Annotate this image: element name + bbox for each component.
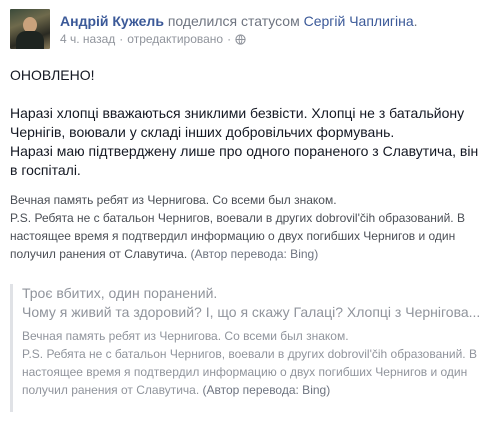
shared-translation-line-1: Вечная память ребят из Чернигова. Со все… bbox=[22, 329, 349, 343]
avatar[interactable] bbox=[10, 9, 50, 49]
globe-icon[interactable] bbox=[235, 33, 246, 45]
edited-link[interactable]: отредактировано bbox=[127, 32, 223, 46]
shared-translation-credit[interactable]: (Автор перевода: Bing) bbox=[203, 383, 331, 397]
translation-credit[interactable]: (Автор перевода: Bing) bbox=[191, 247, 319, 261]
post-paragraph-1: Наразі хлопці вважаються зниклими безвіс… bbox=[10, 105, 465, 140]
meta-separator: · bbox=[119, 32, 124, 46]
avatar-body bbox=[16, 31, 44, 49]
shared-translation-line-2: P.S. Ребята не с батальон Чернигов, воев… bbox=[22, 345, 486, 399]
translation-line-2: P.S. Ребята не с батальон Чернигов, воев… bbox=[10, 209, 490, 263]
meta-separator-2: · bbox=[227, 32, 232, 46]
shared-line-2: Чому я живий та здоровий? І, що я скажу … bbox=[22, 304, 481, 320]
post-meta: 4 ч. назад · отредактировано · bbox=[60, 32, 246, 46]
post-headline: Андрій Кужель поделился статусом Сергій … bbox=[60, 12, 418, 30]
post-paragraph-2: Наразі маю підтверджену лише про одного … bbox=[10, 143, 479, 178]
shared-line-1: Троє вбитих, один поранений. bbox=[22, 285, 218, 301]
target-link[interactable]: Сергій Чаплигіна bbox=[304, 13, 414, 29]
author-link[interactable]: Андрій Кужель bbox=[60, 13, 164, 29]
translation-line-1: Вечная память ребят из Чернигова. Со все… bbox=[10, 193, 337, 207]
post-updated: ОНОВЛЕНО! bbox=[10, 67, 95, 83]
shared-original: Троє вбитих, один поранений. Чому я живи… bbox=[22, 284, 486, 322]
headline-period: . bbox=[413, 13, 418, 29]
post-body: ОНОВЛЕНО! Наразі хлопці вважаються зникл… bbox=[10, 66, 488, 180]
action-text: поделился статусом bbox=[167, 13, 300, 29]
shared-status[interactable]: Троє вбитих, один поранений. Чому я живи… bbox=[10, 284, 486, 412]
post-translation: Вечная память ребят из Чернигова. Со все… bbox=[10, 191, 490, 263]
timestamp-link[interactable]: 4 ч. назад bbox=[60, 32, 115, 46]
shared-translation: Вечная память ребят из Чернигова. Со все… bbox=[22, 327, 486, 399]
post-header: Андрій Кужель поделился статусом Сергій … bbox=[10, 9, 490, 49]
